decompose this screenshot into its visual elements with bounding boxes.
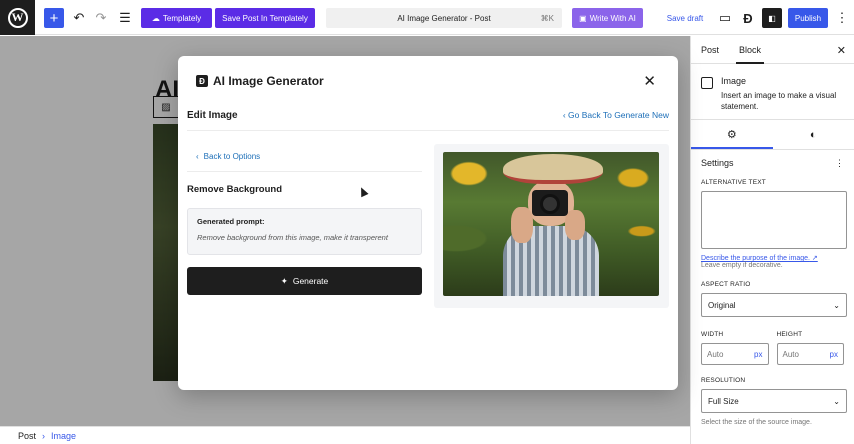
height-unit[interactable]: px bbox=[830, 350, 838, 359]
width-field[interactable]: Auto px bbox=[701, 343, 769, 365]
templately-button[interactable]: ☁ Templately bbox=[141, 8, 212, 28]
redo-icon[interactable]: ↷ bbox=[92, 8, 110, 28]
settings-sidebar-toggle-icon[interactable]: ◧ bbox=[762, 8, 782, 28]
back-to-options-link[interactable]: ‹ Back to Options bbox=[187, 142, 422, 172]
gear-icon[interactable]: ⚙ bbox=[691, 120, 773, 149]
chevron-down-icon: ⌄ bbox=[833, 300, 840, 310]
generate-button[interactable]: ✦ Generate bbox=[187, 267, 422, 295]
plugin-logo-icon[interactable]: Ð bbox=[739, 8, 757, 28]
document-title-bar[interactable]: AI Image Generator - Post ⌘K bbox=[326, 8, 562, 28]
height-label: HEIGHT bbox=[776, 331, 803, 338]
write-with-ai-button[interactable]: ▣ Write With AI bbox=[572, 8, 643, 28]
block-name: Image bbox=[721, 76, 747, 86]
preview-image bbox=[443, 152, 659, 296]
templately-icon: ☁ bbox=[151, 13, 160, 23]
tab-post[interactable]: Post bbox=[701, 36, 719, 64]
resolution-help: Select the size of the source image. bbox=[701, 419, 812, 426]
chevron-left-icon: ‹ bbox=[562, 110, 566, 120]
resolution-label: RESOLUTION bbox=[701, 377, 746, 384]
settings-title: Settings bbox=[701, 158, 734, 168]
prompt-label: Generated prompt: bbox=[197, 217, 265, 226]
settings-panel: Settings ⋮ ALTERNATIVE TEXT Describe the… bbox=[691, 150, 854, 426]
edit-options-panel: ‹ Back to Options Remove Background Gene… bbox=[187, 142, 422, 295]
remove-background-title: Remove Background bbox=[187, 184, 283, 195]
breadcrumb-separator: › bbox=[42, 430, 46, 441]
publish-button[interactable]: Publish bbox=[788, 8, 828, 28]
breadcrumb: Post › Image bbox=[0, 426, 690, 444]
styles-icon[interactable]: ◐ bbox=[773, 120, 854, 149]
save-draft-button[interactable]: Save draft bbox=[663, 8, 707, 28]
plugin-logo-icon: Ð bbox=[196, 75, 208, 87]
chevron-left-icon: ‹ bbox=[196, 152, 199, 161]
document-overview-icon[interactable]: ☰ bbox=[116, 8, 134, 28]
prompt-text: Remove background from this image, make … bbox=[197, 233, 388, 242]
modal-header: Ð AI Image Generator bbox=[178, 56, 678, 106]
modal-subheader: Edit Image ‹ Go Back To Generate New bbox=[187, 100, 669, 131]
go-back-generate-link[interactable]: ‹ Go Back To Generate New bbox=[563, 110, 669, 120]
save-post-in-templately-button[interactable]: Save Post In Templately bbox=[215, 8, 315, 28]
modal-title: AI Image Generator bbox=[213, 74, 324, 88]
undo-icon[interactable]: ↶ bbox=[70, 8, 88, 28]
image-preview-panel bbox=[434, 144, 669, 308]
close-icon[interactable]: ✕ bbox=[837, 44, 846, 57]
aspect-ratio-select[interactable]: Original ⌄ bbox=[701, 293, 847, 317]
alt-text-label: ALTERNATIVE TEXT bbox=[701, 179, 766, 186]
tab-block[interactable]: Block bbox=[736, 36, 765, 64]
preview-icon[interactable]: ▭ bbox=[716, 8, 734, 28]
alt-text-help-link[interactable]: Describe the purpose of the image. ↗ bbox=[701, 254, 844, 262]
inspector-tabs: ⚙ ◐ bbox=[691, 120, 854, 150]
width-unit[interactable]: px bbox=[754, 350, 762, 359]
generated-prompt-box: Generated prompt: Remove background from… bbox=[187, 208, 422, 255]
ai-logo-icon: ▣ bbox=[579, 13, 587, 23]
add-block-button[interactable]: + bbox=[44, 8, 64, 28]
sidebar-tabs: Post Block ✕ bbox=[691, 36, 854, 64]
more-options-icon[interactable]: ⋮ bbox=[833, 8, 851, 28]
block-description: Insert an image to make a visual stateme… bbox=[721, 91, 837, 111]
alt-text-field[interactable] bbox=[701, 191, 847, 249]
edit-image-title: Edit Image bbox=[187, 109, 238, 121]
image-icon bbox=[701, 77, 713, 89]
settings-options-icon[interactable]: ⋮ bbox=[835, 158, 844, 169]
shortcut-hint: ⌘K bbox=[540, 13, 554, 23]
settings-sidebar: Post Block ✕ Image Insert an image to ma… bbox=[690, 36, 854, 444]
breadcrumb-post[interactable]: Post bbox=[18, 431, 36, 441]
editor-top-bar: W + ↶ ↷ ☰ ☁ Templately Save Post In Temp… bbox=[0, 0, 854, 35]
chevron-down-icon: ⌄ bbox=[833, 396, 840, 406]
resolution-select[interactable]: Full Size ⌄ bbox=[701, 389, 847, 413]
width-label: WIDTH bbox=[701, 331, 724, 338]
sparkle-icon: ✦ bbox=[280, 275, 288, 286]
ai-image-generator-modal: Ð AI Image Generator ✕ Edit Image ‹ Go B… bbox=[178, 56, 678, 390]
aspect-ratio-label: ASPECT RATIO bbox=[701, 281, 751, 288]
height-field[interactable]: Auto px bbox=[776, 343, 844, 365]
block-card: Image Insert an image to make a visual s… bbox=[691, 64, 854, 120]
wordpress-logo-icon[interactable]: W bbox=[0, 0, 35, 35]
close-icon[interactable]: ✕ bbox=[643, 72, 656, 90]
breadcrumb-image[interactable]: Image bbox=[51, 431, 76, 441]
alt-text-help: Leave empty if decorative. bbox=[701, 262, 783, 269]
